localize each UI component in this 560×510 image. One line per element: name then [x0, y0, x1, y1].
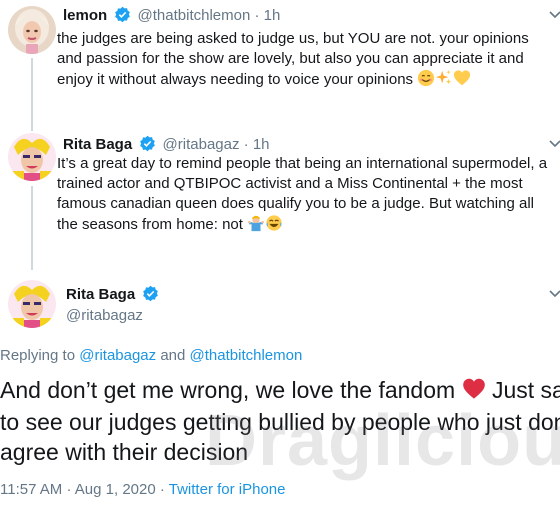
chevron-down-icon[interactable]	[549, 289, 560, 299]
author-name[interactable]: Rita Baga	[66, 286, 135, 303]
thread-line	[31, 58, 33, 128]
chevron-down-icon[interactable]	[549, 139, 560, 149]
separator-dot: ·	[243, 136, 249, 153]
tweet-time[interactable]: 1h	[264, 7, 281, 24]
tweet-text: And don’t get me wrong, we love the fand…	[0, 375, 560, 467]
author-handle[interactable]: @ritabagaz	[66, 306, 143, 326]
yellow-heart-icon	[453, 69, 471, 93]
tweet-line-with-emoji: And don’t get me wrong, we love the fand…	[0, 375, 560, 407]
tweet-lemon[interactable]: lemon @thatbitchlemon · 1h the judges ar…	[0, 0, 560, 128]
avatar-rita[interactable]	[8, 280, 56, 328]
tweet-line: to see our judges getting bullied by peo…	[0, 409, 560, 435]
avatar-lemon[interactable]	[8, 6, 56, 54]
verified-icon	[142, 285, 159, 308]
person-shrugging-icon	[247, 214, 265, 238]
red-heart-icon	[462, 377, 486, 407]
tweet-date[interactable]: Aug 1, 2020	[75, 481, 156, 498]
tweet-line-with-emoji: the seasons from home: not	[57, 214, 547, 238]
tweet-text: It’s a great day to remind people that b…	[57, 154, 547, 238]
author-name[interactable]: lemon	[63, 7, 107, 24]
tweet-line: famous canadian queen does qualify you t…	[57, 195, 534, 212]
tweet-line: trained actor and QTBIPOC activist and a…	[57, 175, 523, 192]
tweet-header: Rita Baga	[66, 285, 161, 308]
thread-line	[31, 125, 33, 131]
tweet-line: and passion for the show are lovely, but…	[57, 50, 524, 67]
reply-mention-thatbitchlemon[interactable]: @thatbitchlemon	[190, 347, 303, 364]
replying-to: Replying to @ritabagaz and @thatbitchlem…	[0, 347, 303, 364]
tweet-time[interactable]: 1h	[253, 136, 270, 153]
sparkles-icon	[435, 69, 453, 93]
verified-icon	[114, 6, 131, 29]
tears-of-joy-icon	[265, 214, 283, 238]
smiling-face-icon	[417, 69, 435, 93]
reply-mention-ritabagaz[interactable]: @ritabagaz	[79, 347, 156, 364]
author-name[interactable]: Rita Baga	[63, 136, 132, 153]
tweet-header: lemon @thatbitchlemon · 1h	[63, 6, 280, 29]
thread-line	[31, 186, 33, 256]
tweet-meta: 11:57 AM · Aug 1, 2020 · Twitter for iPh…	[0, 481, 286, 498]
author-handle[interactable]: @thatbitchlemon	[138, 7, 251, 24]
tweet-line-with-emoji: enjoy it without always needing to voice…	[57, 69, 529, 93]
tweet-source-link[interactable]: Twitter for iPhone	[169, 481, 286, 498]
tweet-line: the judges are being asked to judge us, …	[57, 30, 529, 47]
separator-dot: ·	[254, 7, 260, 24]
tweet-rita-1[interactable]: Rita Baga @ritabagaz · 1h It’s a great d…	[0, 125, 560, 256]
tweet-line: It’s a great day to remind people that b…	[57, 155, 548, 172]
author-handle[interactable]: @ritabagaz	[163, 136, 240, 153]
tweet-timestamp[interactable]: 11:57 AM	[0, 481, 62, 498]
tweet-text: the judges are being asked to judge us, …	[57, 29, 529, 93]
thread-line	[31, 250, 33, 270]
tweet-rita-main: Rita Baga @ritabagaz Replying to @ritaba…	[0, 250, 560, 510]
chevron-down-icon[interactable]	[549, 10, 560, 20]
avatar-rita[interactable]	[8, 133, 56, 181]
tweet-line: agree with their decision	[0, 439, 249, 465]
